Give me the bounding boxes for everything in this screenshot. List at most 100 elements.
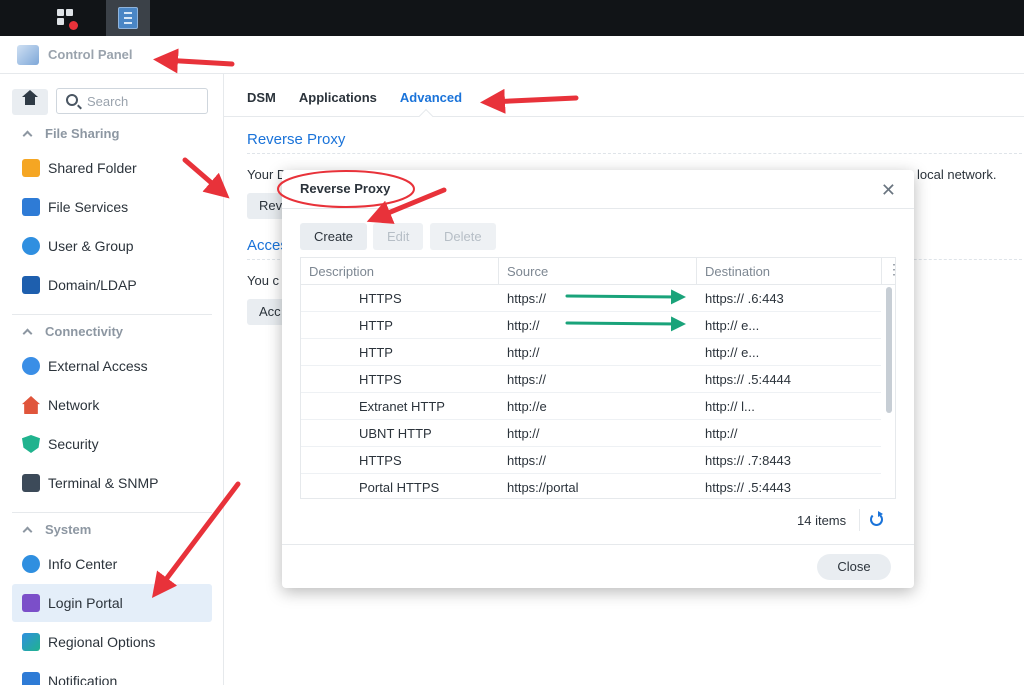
cell-source: https:// — [507, 291, 547, 306]
home-icon — [22, 90, 38, 108]
cell-destination: https:// .6:443 — [705, 291, 784, 306]
table-row[interactable]: UBNT HTTP http:// http:// — [301, 420, 881, 447]
table-header: Description Source Destination ⋮ — [301, 258, 895, 285]
create-button[interactable]: Create — [300, 223, 368, 250]
annotation-arrow — [480, 88, 579, 114]
main-menu-button[interactable] — [44, 0, 88, 36]
table-row[interactable]: Extranet HTTP http://e http:// l... — [301, 393, 881, 420]
search-icon — [66, 94, 78, 106]
cell-source: https:// — [507, 453, 547, 468]
cell-destination: https:// .7:8443 — [705, 453, 792, 468]
item-count: 14 items — [797, 513, 847, 528]
table-row[interactable]: HTTP http:// http:// e... — [301, 312, 881, 339]
scrollbar[interactable] — [884, 285, 894, 498]
column-header-source[interactable]: Source — [507, 264, 548, 279]
folder-icon — [22, 159, 40, 177]
access-description: You c — [247, 273, 280, 288]
window-titlebar: Control Panel — [0, 36, 1024, 74]
chevron-up-icon — [22, 526, 33, 537]
domain-icon — [22, 276, 40, 294]
search-input[interactable] — [87, 93, 197, 109]
tab-bar: DSM Applications Advanced — [247, 90, 462, 105]
refresh-icon[interactable] — [870, 511, 883, 526]
table-row[interactable]: HTTPS https:// https:// .6:443 — [301, 285, 881, 312]
sidebar-item-login-portal[interactable]: Login Portal — [12, 584, 212, 622]
cell-source: http:// — [507, 426, 540, 441]
control-panel-icon — [118, 7, 138, 29]
sidebar-item-file-services[interactable]: File Services — [12, 188, 212, 226]
section-system[interactable]: System — [20, 522, 91, 537]
cell-source: https:// — [507, 372, 547, 387]
divider — [247, 153, 1022, 154]
table-row[interactable]: HTTPS https:// https:// .5:4444 — [301, 366, 881, 393]
cell-description: HTTPS — [359, 372, 402, 387]
tab-applications[interactable]: Applications — [299, 90, 377, 105]
sidebar-item-external-access[interactable]: External Access — [12, 347, 212, 385]
cell-description: Extranet HTTP — [359, 399, 445, 414]
table-row[interactable]: Portal HTTPS https://portal https:// .5:44… — [301, 474, 881, 498]
sidebar-item-terminal-snmp[interactable]: Terminal & SNMP — [12, 464, 212, 502]
close-icon[interactable]: ✕ — [881, 180, 896, 201]
tab-underline — [224, 116, 1024, 117]
control-panel-app-icon — [17, 45, 39, 65]
cell-source: http:// — [507, 345, 540, 360]
chevron-up-icon — [22, 130, 33, 141]
cell-destination: https:// .5:4444 — [705, 372, 792, 387]
section-title-reverse-proxy: Reverse Proxy — [247, 131, 346, 148]
tab-dsm[interactable]: DSM — [247, 90, 276, 105]
info-icon — [22, 555, 40, 573]
column-header-destination[interactable]: Destination — [705, 264, 770, 279]
cell-destination: http:// e... — [705, 318, 760, 333]
rules-table: Description Source Destination ⋮ HTTPS ht… — [300, 257, 896, 499]
search-box[interactable] — [56, 88, 208, 114]
column-header-description[interactable]: Description — [309, 264, 374, 279]
delete-button[interactable]: Delete — [430, 223, 496, 250]
table-row[interactable]: HTTPS https:// https:// .7:8443 — [301, 447, 881, 474]
cell-description: HTTP — [359, 345, 393, 360]
cell-description: HTTPS — [359, 453, 402, 468]
control-panel-taskbar-button[interactable] — [106, 0, 150, 36]
active-tab-caret — [418, 108, 434, 124]
section-connectivity[interactable]: Connectivity — [20, 324, 123, 339]
section-file-sharing[interactable]: File Sharing — [20, 126, 119, 141]
main-menu-icon — [57, 9, 78, 30]
sidebar: File Sharing Shared Folder File Services… — [0, 74, 224, 685]
sidebar-item-network[interactable]: Network — [12, 386, 212, 424]
taskbar — [0, 0, 1024, 36]
close-button[interactable]: Close — [817, 554, 891, 580]
cell-description: Portal HTTPS — [359, 480, 440, 495]
sidebar-item-regional-options[interactable]: Regional Options — [12, 623, 212, 661]
chevron-up-icon — [22, 328, 33, 339]
divider — [282, 208, 914, 209]
globe-icon — [22, 633, 40, 651]
divider — [12, 512, 212, 513]
sidebar-item-user-group[interactable]: User & Group — [12, 227, 212, 265]
cell-source: http://e — [507, 399, 547, 414]
dialog-title: Reverse Proxy — [300, 181, 391, 196]
cell-description: HTTPS — [359, 291, 402, 306]
edit-button[interactable]: Edit — [373, 223, 424, 250]
cell-destination: https:// .5:4443 — [705, 480, 792, 495]
reverse-proxy-description-end: local network. — [917, 167, 997, 182]
sidebar-item-domain-ldap[interactable]: Domain/LDAP — [12, 266, 212, 304]
terminal-icon — [22, 474, 40, 492]
divider — [12, 314, 212, 315]
column-menu-icon[interactable]: ⋮ — [887, 261, 895, 278]
notification-icon — [22, 672, 40, 685]
scrollbar-thumb[interactable] — [886, 287, 892, 413]
reverse-proxy-description: Your D — [247, 167, 287, 182]
home-button[interactable] — [12, 89, 48, 115]
window-title: Control Panel — [48, 47, 133, 62]
divider — [282, 544, 914, 545]
tab-advanced[interactable]: Advanced — [400, 90, 462, 105]
sidebar-item-shared-folder[interactable]: Shared Folder — [12, 149, 212, 187]
cell-source: http:// — [507, 318, 540, 333]
table-row[interactable]: HTTP http:// http:// e... — [301, 339, 881, 366]
sidebar-item-notification[interactable]: Notification — [12, 662, 212, 685]
sidebar-item-info-center[interactable]: Info Center — [12, 545, 212, 583]
login-portal-icon — [22, 594, 40, 612]
reverse-proxy-dialog: Reverse Proxy ✕ Create Edit Delete Descr… — [282, 170, 914, 588]
cell-description: UBNT HTTP — [359, 426, 432, 441]
cell-source: https://portal — [507, 480, 579, 495]
sidebar-item-security[interactable]: Security — [12, 425, 212, 463]
